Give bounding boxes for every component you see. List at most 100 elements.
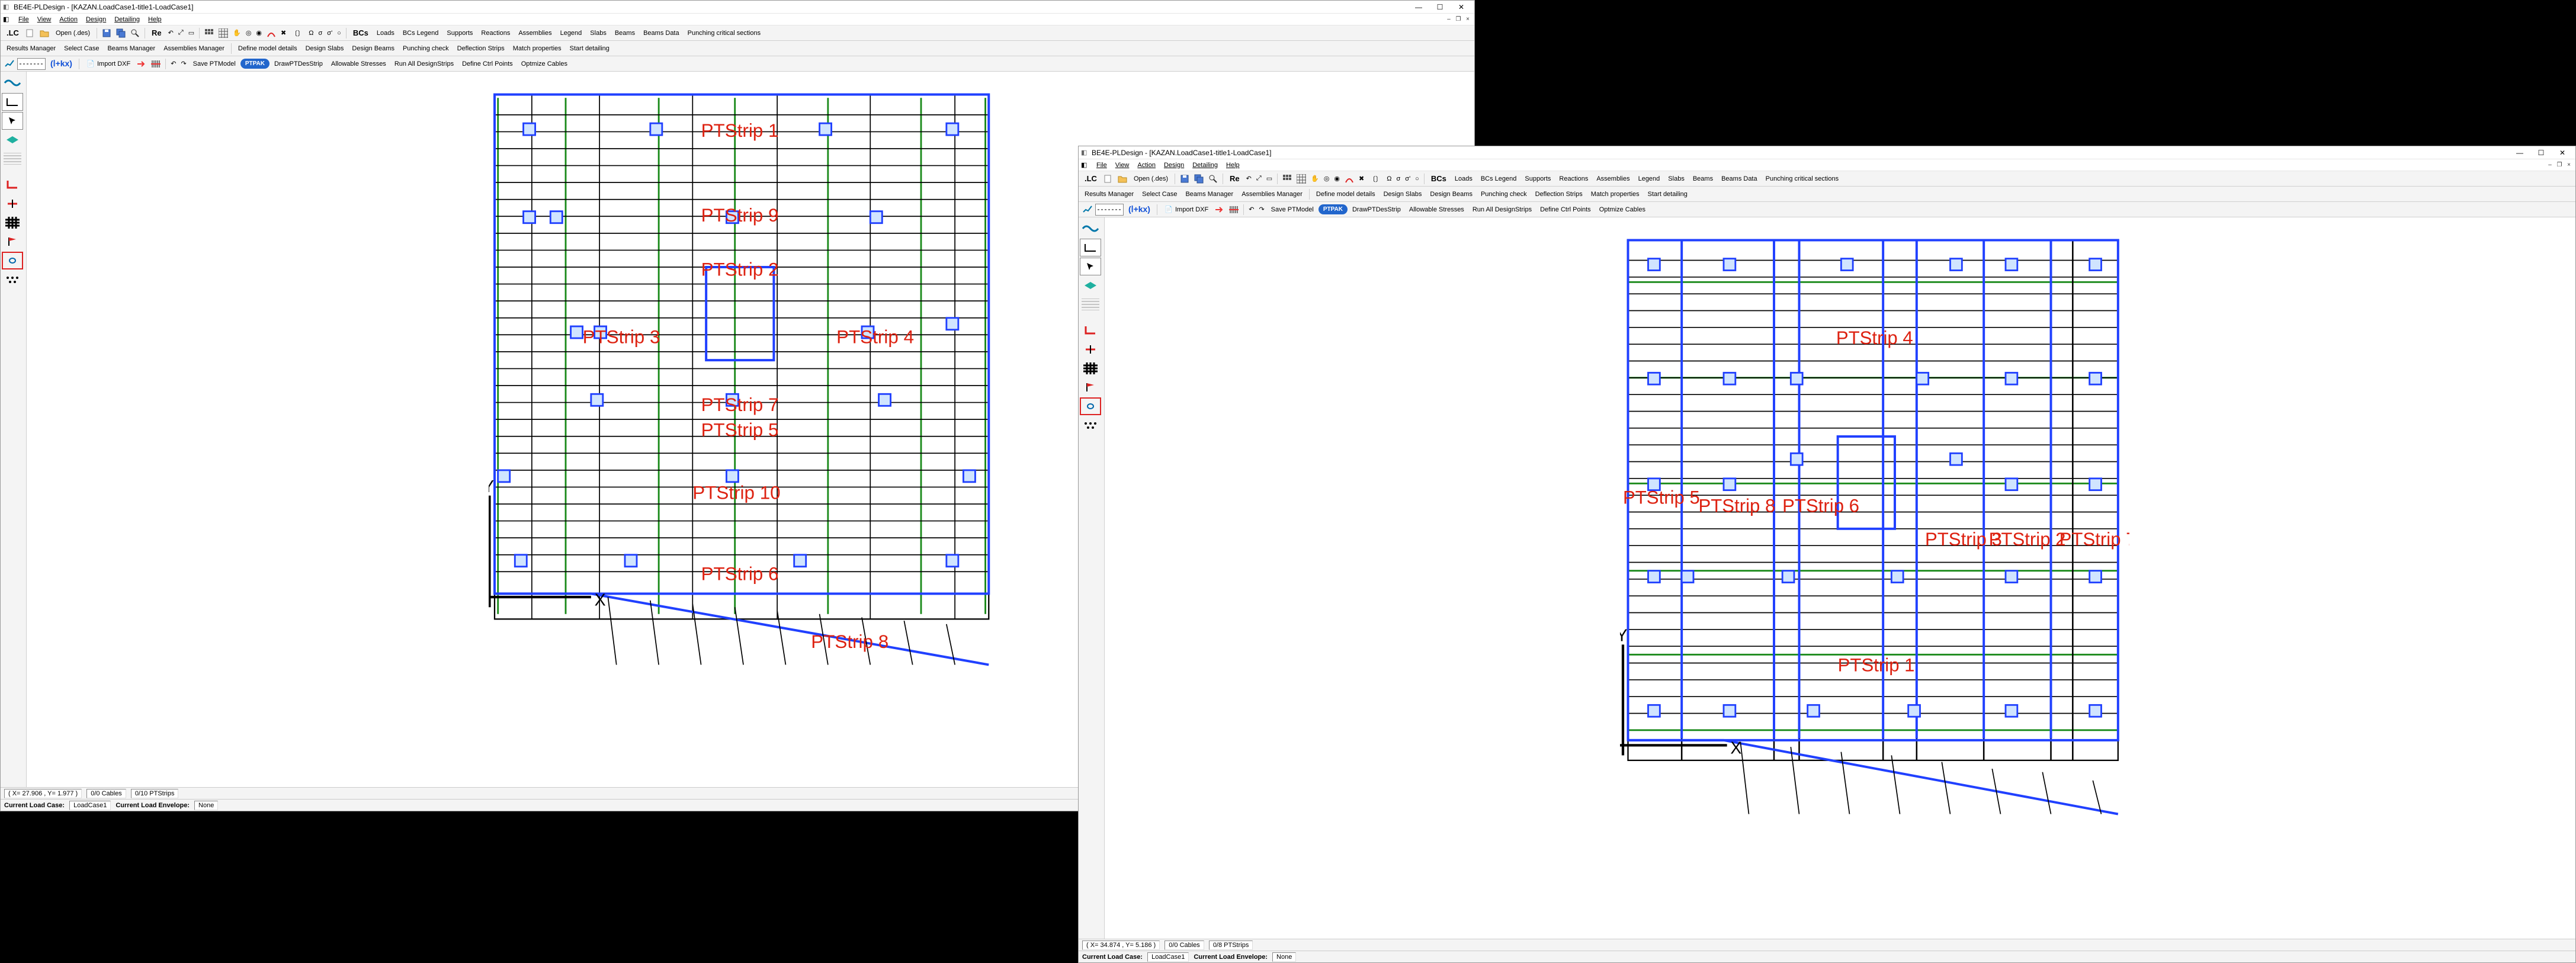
- menu-file[interactable]: File: [1093, 160, 1111, 170]
- red-corner-icon[interactable]: [2, 176, 23, 194]
- hash-grid-icon[interactable]: [1080, 359, 1101, 377]
- match-properties-button[interactable]: Match properties: [1587, 190, 1643, 199]
- legend-button[interactable]: Legend: [1635, 174, 1664, 184]
- beams-manager-button[interactable]: Beams Manager: [1182, 190, 1237, 199]
- line-plot-icon[interactable]: [1081, 204, 1094, 216]
- pointer-icon[interactable]: [1080, 258, 1101, 275]
- zoom-window-icon[interactable]: ▭: [187, 28, 196, 38]
- stop-rect-icon[interactable]: [2, 252, 23, 269]
- maximize-button[interactable]: ☐: [2530, 146, 2552, 159]
- zoom-extents-icon[interactable]: ⤢: [177, 28, 185, 38]
- menu-view[interactable]: View: [1112, 160, 1133, 170]
- beams-button[interactable]: Beams: [611, 28, 639, 38]
- run-all-designstrips-button[interactable]: Run All DesignStrips: [391, 59, 457, 69]
- mdi-restore-icon[interactable]: ❐: [1454, 15, 1462, 24]
- loads-button[interactable]: Loads: [373, 28, 398, 38]
- minimize-button[interactable]: —: [1408, 1, 1429, 14]
- optimize-cables-button[interactable]: Optmize Cables: [518, 59, 571, 69]
- reactions-button[interactable]: Reactions: [1555, 174, 1592, 184]
- bcs-button[interactable]: BCs: [349, 27, 372, 38]
- dash-pattern-icon[interactable]: [17, 58, 46, 70]
- zoom-extents-icon[interactable]: ⤢: [1255, 174, 1263, 184]
- cross-arrows-icon[interactable]: [1080, 341, 1101, 358]
- assemblies-manager-button[interactable]: Assemblies Manager: [1238, 190, 1306, 199]
- redo-icon[interactable]: ↷: [179, 59, 188, 69]
- menu-help[interactable]: Help: [145, 15, 165, 24]
- match-properties-button[interactable]: Match properties: [509, 44, 565, 53]
- menu-detailing[interactable]: Detailing: [1189, 160, 1221, 170]
- select-case-button[interactable]: Select Case: [60, 44, 102, 53]
- open-folder-icon[interactable]: [38, 27, 51, 39]
- design-slabs-button[interactable]: Design Slabs: [1380, 190, 1426, 199]
- ptpak-badge[interactable]: PTPAK: [1319, 204, 1348, 214]
- define-ctrl-points-button[interactable]: Define Ctrl Points: [458, 59, 517, 69]
- grid-icon[interactable]: [1281, 173, 1294, 185]
- re-button[interactable]: Re: [148, 27, 165, 38]
- close-button[interactable]: ✕: [2552, 146, 2573, 159]
- strip-bars-icon[interactable]: [1227, 204, 1240, 216]
- strip-bars-icon[interactable]: [149, 58, 162, 70]
- slabs-button[interactable]: Slabs: [1664, 174, 1688, 184]
- bcs-button[interactable]: BCs: [1427, 173, 1450, 184]
- flag-icon[interactable]: [2, 233, 23, 251]
- mdi-close-icon[interactable]: ×: [2565, 161, 2573, 169]
- design-slabs-button[interactable]: Design Slabs: [302, 44, 348, 53]
- mdi-control-icon[interactable]: ◧: [3, 15, 11, 24]
- dots-icon[interactable]: [2, 271, 23, 288]
- sigma2-icon[interactable]: σ': [325, 28, 334, 38]
- mdi-close-icon[interactable]: ×: [1464, 15, 1472, 24]
- sigma2-icon[interactable]: σ': [1403, 174, 1412, 184]
- start-detailing-button[interactable]: Start detailing: [1644, 190, 1691, 199]
- allowable-stresses-button[interactable]: Allowable Stresses: [328, 59, 390, 69]
- import-dxf-button[interactable]: 📄Import DXF: [82, 58, 134, 70]
- re-button[interactable]: Re: [1226, 173, 1243, 184]
- redo-icon[interactable]: ↷: [1257, 204, 1266, 214]
- save-icon[interactable]: [1178, 173, 1191, 185]
- import-dxf-button[interactable]: 📄Import DXF: [1160, 204, 1212, 216]
- mdi-control-icon[interactable]: ◧: [1081, 161, 1089, 169]
- menu-action[interactable]: Action: [1134, 160, 1159, 170]
- design-beams-button[interactable]: Design Beams: [1426, 190, 1476, 199]
- drawing-canvas[interactable]: PTStrip 4 PTStrip 5 PTStrip 8 PTStrip 6 …: [1105, 217, 2575, 939]
- hand-icon[interactable]: ✋: [231, 28, 243, 38]
- punching-sections-button[interactable]: Punching critical sections: [1762, 174, 1843, 184]
- save-ptmodel-button[interactable]: Save PTModel: [1268, 205, 1317, 214]
- save-icon[interactable]: [100, 27, 113, 39]
- kplus-button[interactable]: (ا+kx): [47, 57, 76, 70]
- hatching-icon[interactable]: [2, 150, 23, 168]
- x-icon[interactable]: ✖: [1357, 174, 1366, 184]
- pointer-icon[interactable]: [2, 112, 23, 130]
- wave-icon[interactable]: [1080, 220, 1101, 237]
- grid2-icon[interactable]: [217, 27, 230, 39]
- beams-button[interactable]: Beams: [1689, 174, 1717, 184]
- red-corner-icon[interactable]: [1080, 322, 1101, 339]
- sigma-icon[interactable]: σ: [1394, 174, 1402, 184]
- lc-button[interactable]: .LC: [1081, 173, 1101, 184]
- allowable-stresses-button[interactable]: Allowable Stresses: [1406, 205, 1468, 214]
- cross-arrows-icon[interactable]: [2, 195, 23, 213]
- ptpak-badge[interactable]: PTPAK: [240, 59, 270, 69]
- mdi-restore-icon[interactable]: ❐: [2555, 161, 2564, 169]
- results-manager-button[interactable]: Results Manager: [1081, 190, 1137, 199]
- menu-design[interactable]: Design: [1160, 160, 1188, 170]
- arrow-red-icon[interactable]: [1213, 204, 1226, 216]
- supports-button[interactable]: Supports: [1521, 174, 1554, 184]
- circle-icon[interactable]: ○: [335, 28, 343, 38]
- zoom-icon[interactable]: [1207, 173, 1220, 185]
- menu-view[interactable]: View: [34, 15, 55, 24]
- slabs-button[interactable]: Slabs: [586, 28, 610, 38]
- line-plot-icon[interactable]: [3, 58, 16, 70]
- rotate-ccw-icon[interactable]: ↶: [166, 28, 175, 38]
- reactions-button[interactable]: Reactions: [477, 28, 514, 38]
- bcs-legend-button[interactable]: BCs Legend: [399, 28, 442, 38]
- rotate-ccw-icon[interactable]: ↶: [1244, 174, 1253, 184]
- lc-button[interactable]: .LC: [3, 27, 23, 38]
- assemblies-manager-button[interactable]: Assemblies Manager: [160, 44, 228, 53]
- drawptdesstrip-button[interactable]: DrawPTDesStrip: [1349, 205, 1404, 214]
- legend-button[interactable]: Legend: [557, 28, 586, 38]
- sigma-icon[interactable]: σ: [316, 28, 324, 38]
- beams-manager-button[interactable]: Beams Manager: [104, 44, 159, 53]
- circle-dot-icon[interactable]: ◉: [1332, 174, 1342, 184]
- minimize-button[interactable]: —: [2509, 146, 2530, 159]
- assemblies-button[interactable]: Assemblies: [1593, 174, 1633, 184]
